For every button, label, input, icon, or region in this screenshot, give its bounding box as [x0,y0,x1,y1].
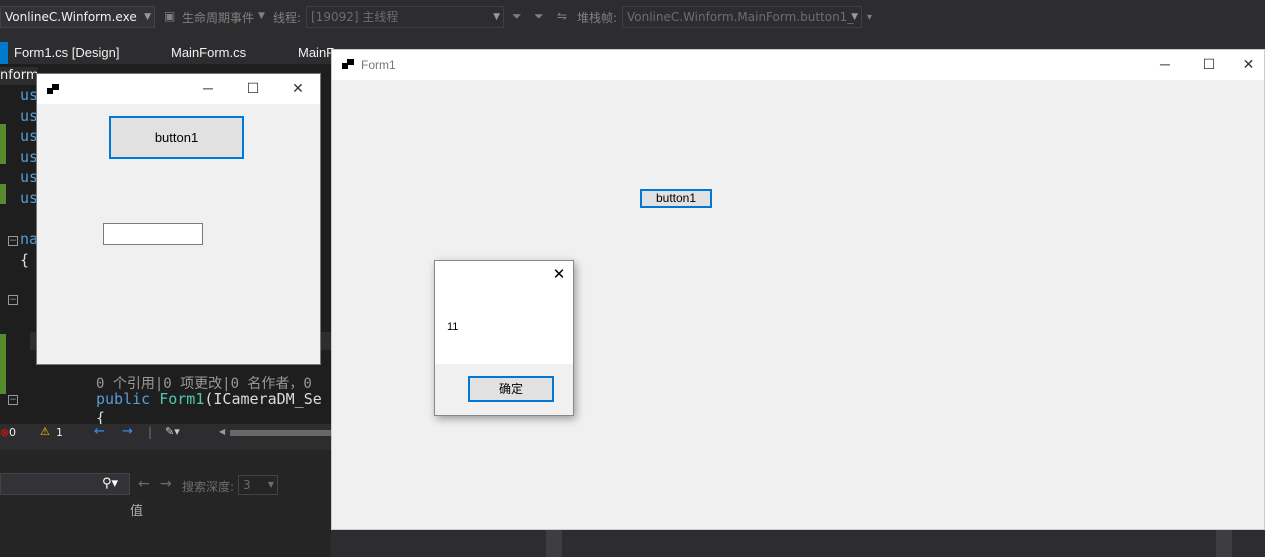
code-token: Form1 [159,390,205,408]
change-marker [0,184,6,204]
active-tab-marker [0,42,8,64]
project-label: nform [0,67,39,85]
stack-frame-selector[interactable]: VonlineC.Winform.MainForm.button1_ ▼ [622,6,862,28]
vs-debug-toolbar: VonlineC.Winform.exe ▼ ▣ 生命周期事件 ▼ 线程: [1… [0,0,1265,36]
code-line: { [20,251,30,269]
panel-scrollbar[interactable] [1216,530,1232,557]
close-icon[interactable]: ✕ [1231,50,1265,80]
search-depth-value: 3 [243,478,251,492]
error-icon: ⊗ [0,426,10,439]
ok-button[interactable]: 确定 [468,376,554,402]
designer-form-titlebar: ─ ☐ ✕ [37,74,320,104]
process-name: VonlineC.Winform.exe [5,10,137,24]
scroll-left-icon[interactable]: ◀ [219,427,225,436]
error-count[interactable]: 0 [9,426,16,439]
code-token: (ICameraDM_Se [204,390,322,408]
warning-icon: ⚠ [40,425,50,438]
message-text: 11 [447,321,459,333]
divider: | [148,425,153,439]
chevron-down-icon: ▼ [144,12,151,22]
minimize-icon[interactable]: ─ [185,74,231,104]
thread-selector[interactable]: [19092] 主线程 ▼ [306,6,504,28]
code-line: { [96,409,106,424]
search-forward-icon[interactable]: → [160,476,172,492]
form1-titlebar: Form1 ─ ☐ ✕ [332,50,1264,80]
toolbar-overflow-icon[interactable]: ▾ [867,12,872,23]
filter-off-icon[interactable]: ⏷ [534,9,544,24]
value-column-header[interactable]: 值 [130,500,143,519]
designer-form[interactable]: ─ ☐ ✕ button1 [36,73,321,365]
flag-threads-icon[interactable]: ⇋ [557,9,567,23]
form-icon [47,84,59,94]
warning-count[interactable]: 1 [56,426,63,439]
panel-scrollbar[interactable] [546,530,562,557]
lifecycle-events-button[interactable]: 生命周期事件 [182,9,254,26]
tab-form1-design[interactable]: Form1.cs [Design] [14,42,119,64]
watch-panel [0,450,331,557]
change-marker [0,334,6,394]
search-back-icon[interactable]: ← [138,476,150,492]
process-selector[interactable]: VonlineC.Winform.exe ▼ [0,6,155,28]
watch-search-input[interactable]: ⚲▾ [0,473,130,495]
lifecycle-icon[interactable]: ▣ [164,9,175,23]
brush-icon[interactable]: ✎▾ [165,425,180,438]
change-marker [0,124,6,164]
thread-label: 线程: [273,11,302,25]
tab-mainform-designer[interactable]: MainF [298,42,334,64]
search-icon[interactable]: ⚲▾ [102,476,118,491]
close-icon[interactable]: ✕ [275,74,321,104]
message-box[interactable]: ✕ 11 确定 [434,260,574,416]
code-token: public [96,390,151,408]
fold-toggle-icon[interactable]: − [8,395,18,405]
chevron-down-icon: ▼ [493,12,500,22]
search-depth-label: 搜索深度: [182,480,235,494]
navigate-forward-icon[interactable]: → [122,424,133,439]
navigate-back-icon[interactable]: ← [94,424,105,439]
minimize-icon[interactable]: ─ [1142,50,1188,80]
filter-icon[interactable]: ⏷ [512,9,522,24]
tab-mainform-cs[interactable]: MainForm.cs [171,42,246,64]
fold-toggle-icon[interactable]: − [8,295,18,305]
form1-title: Form1 [361,58,396,72]
editor-status-bar: ⊗ 0 ⚠ 1 ← → | ✎▾ ◀ [0,424,331,442]
form-icon [342,59,354,69]
chevron-down-icon: ▼ [267,480,274,489]
fold-toggle-icon[interactable]: − [8,236,18,246]
stack-frame-label: 堆栈帧: [577,11,618,25]
close-icon[interactable]: ✕ [547,265,571,287]
designer-button1[interactable]: button1 [109,116,244,159]
maximize-icon[interactable]: ☐ [230,74,276,104]
thread-value: [19092] 主线程 [311,10,399,24]
search-depth-select[interactable]: 3 ▼ [238,475,278,495]
stack-frame-value: VonlineC.Winform.MainForm.button1_ [627,10,854,24]
code-line: public Form1(ICameraDM_Se [96,390,322,408]
chevron-down-icon: ▼ [258,11,265,21]
maximize-icon[interactable]: ☐ [1186,50,1232,80]
form1-button1[interactable]: button1 [640,189,712,208]
horizontal-scrollbar[interactable] [230,430,331,436]
designer-textbox[interactable] [103,223,203,245]
chevron-down-icon: ▼ [851,12,858,22]
